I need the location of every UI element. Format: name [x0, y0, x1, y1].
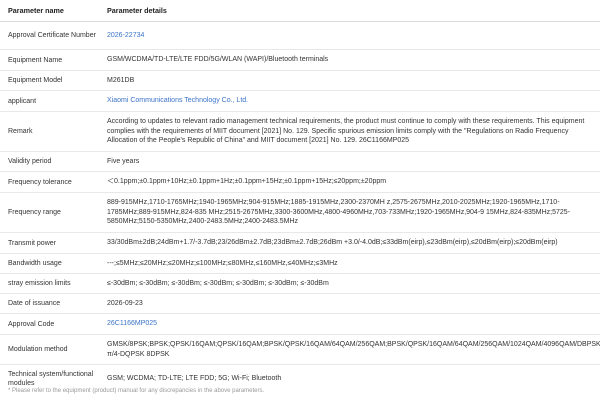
row-label: Frequency range [8, 209, 61, 216]
row-value: 889-915MHz,1710-1765MHz;1940-1965MHz;904… [107, 199, 571, 226]
parameter-table: Parameter name Parameter details Approva… [0, 0, 600, 394]
row-equipment-model: Equipment Model M261DB [0, 71, 600, 91]
row-value: According to updates to relevant radio m… [107, 118, 585, 145]
row-label: Approval Code [8, 320, 55, 328]
row-value: ≤-30dBm; ≤-30dBm; ≤-30dBm; ≤-30dBm; ≤-30… [107, 279, 329, 287]
row-value: 33/30dBm±2dB;24dBm+1.7/-3.7dB;23/26dBm±2… [107, 239, 558, 247]
row-label: Bandwidth usage [8, 260, 62, 267]
row-value: 2026-09-23 [107, 299, 143, 307]
row-remark: Remark According to updates to relevant … [0, 112, 600, 152]
row-bandwidth-usage: Bandwidth usage ---;≤5MHz;≤20MHz;≤20MHz;… [0, 254, 600, 274]
row-validity-period: Validity period Five years [0, 152, 600, 172]
row-value: ---;≤5MHz;≤20MHz;≤20MHz;≤100MHz;≤80MHz,≤… [107, 259, 338, 267]
header-parameter-details: Parameter details [107, 5, 167, 15]
row-value: GSM/WCDMA/TD-LTE/LTE FDD/5G/WLAN (WAPI)/… [107, 56, 329, 64]
row-label: applicant [8, 97, 37, 105]
row-label: Equipment Name [8, 56, 63, 64]
row-approval-certificate-number: Approval Certificate Number 2026-22734 [0, 22, 600, 50]
approval-code-link[interactable]: 26C1166MP025 [107, 319, 600, 329]
row-label: Approval Certificate Number [8, 32, 96, 39]
row-value: GSM; WCDMA; TD-LTE; LTE FDD; 5G; Wi-Fi; … [107, 375, 282, 383]
header-parameter-name: Parameter name [8, 6, 64, 15]
row-label: Frequency tolerance [8, 178, 72, 186]
row-label: Equipment Model [8, 77, 63, 84]
table-header: Parameter name Parameter details [0, 0, 600, 22]
row-equipment-name: Equipment Name GSM/WCDMA/TD-LTE/LTE FDD/… [0, 50, 600, 71]
footnote: * Please refer to the equipment (product… [8, 388, 265, 394]
row-label: Transmit power [8, 239, 56, 247]
row-label: Validity period [8, 158, 52, 165]
row-frequency-range: Frequency range 889-915MHz,1710-1765MHz;… [0, 193, 600, 233]
applicant-link[interactable]: Xiaomi Communications Technology Co., Lt… [107, 96, 600, 106]
row-stray-emission-limits: stray emission limits ≤-30dBm; ≤-30dBm; … [0, 274, 600, 294]
row-approval-code: Approval Code 26C1166MP025 [0, 314, 600, 335]
row-value: M261DB [107, 76, 135, 84]
row-date-of-issuance: Date of issuance 2026-09-23 [0, 294, 600, 314]
row-label: Remark [8, 128, 33, 135]
row-transmit-power: Transmit power 33/30dBm±2dB;24dBm+1.7/-3… [0, 233, 600, 254]
row-value: GMSK/8PSK;BPSK;QPSK/16QAM;QPSK/16QAM;BPS… [107, 341, 600, 358]
approval-certificate-link[interactable]: 2026-22734 [107, 31, 600, 41]
row-modulation-method: Modulation method GMSK/8PSK;BPSK;QPSK/16… [0, 335, 600, 365]
row-frequency-tolerance: Frequency tolerance ＜0.1ppm;±0.1ppm+10Hz… [0, 172, 600, 193]
row-label: Date of issuance [8, 300, 61, 307]
row-value: Five years [107, 157, 140, 165]
row-label: Technical system/functional modules [8, 371, 94, 387]
row-label: stray emission limits [8, 280, 71, 287]
row-applicant: applicant Xiaomi Communications Technolo… [0, 91, 600, 112]
row-label: Modulation method [8, 346, 68, 353]
row-value: ＜0.1ppm;±0.1ppm+10Hz;±0.1ppm+1Hz;±0.1ppm… [107, 178, 387, 186]
